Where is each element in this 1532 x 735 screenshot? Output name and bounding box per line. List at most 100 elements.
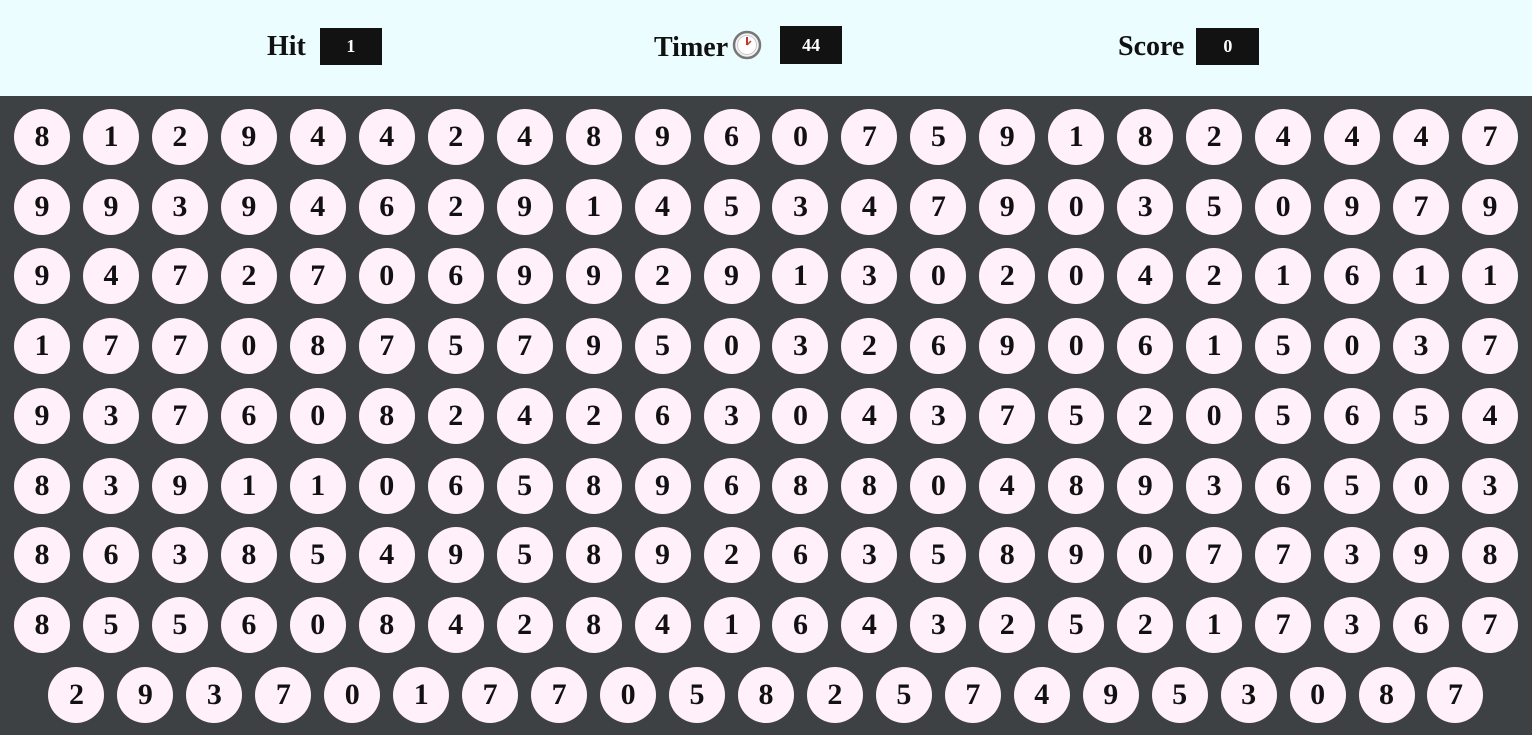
number-ball[interactable]: 6 [1255, 457, 1312, 514]
number-ball[interactable]: 9 [634, 109, 691, 165]
number-ball[interactable]: 9 [1117, 457, 1174, 514]
number-ball[interactable]: 9 [14, 248, 70, 305]
number-ball[interactable]: 7 [496, 318, 553, 375]
number-ball[interactable]: 5 [703, 178, 760, 235]
number-ball[interactable]: 4 [358, 109, 415, 165]
number-ball[interactable]: 0 [772, 109, 829, 165]
number-ball[interactable]: 3 [703, 387, 760, 444]
number-ball[interactable]: 5 [910, 527, 967, 584]
number-ball[interactable]: 8 [14, 109, 70, 165]
number-ball[interactable]: 2 [1117, 387, 1174, 444]
number-ball[interactable]: 5 [496, 457, 553, 514]
number-ball[interactable]: 7 [979, 387, 1036, 444]
number-ball[interactable]: 7 [1427, 666, 1484, 723]
number-ball[interactable]: 3 [1324, 527, 1381, 584]
number-ball[interactable]: 6 [220, 596, 277, 653]
number-ball[interactable]: 1 [1461, 248, 1518, 305]
number-ball[interactable]: 8 [14, 596, 70, 653]
number-ball[interactable]: 0 [1048, 248, 1105, 305]
number-ball[interactable]: 8 [14, 527, 70, 584]
number-ball[interactable]: 3 [910, 387, 967, 444]
number-ball[interactable]: 3 [82, 457, 139, 514]
number-ball[interactable]: 6 [1324, 387, 1381, 444]
number-ball[interactable]: 3 [1220, 666, 1277, 723]
number-ball[interactable]: 8 [1461, 527, 1518, 584]
number-ball[interactable]: 1 [1048, 109, 1105, 165]
number-ball[interactable]: 6 [1324, 248, 1381, 305]
number-ball[interactable]: 3 [82, 387, 139, 444]
number-ball[interactable]: 1 [565, 178, 622, 235]
number-ball[interactable]: 5 [1151, 666, 1208, 723]
number-ball[interactable]: 5 [669, 666, 726, 723]
number-ball[interactable]: 0 [1255, 178, 1312, 235]
number-ball[interactable]: 5 [1324, 457, 1381, 514]
number-ball[interactable]: 3 [772, 318, 829, 375]
number-ball[interactable]: 9 [220, 109, 277, 165]
number-ball[interactable]: 8 [14, 457, 70, 514]
number-ball[interactable]: 0 [220, 318, 277, 375]
number-ball[interactable]: 8 [289, 318, 346, 375]
number-ball[interactable]: 3 [841, 527, 898, 584]
number-ball[interactable]: 8 [1117, 109, 1174, 165]
number-ball[interactable]: 0 [1048, 318, 1105, 375]
number-ball[interactable]: 0 [324, 666, 381, 723]
number-ball[interactable]: 0 [1186, 387, 1243, 444]
number-ball[interactable]: 8 [772, 457, 829, 514]
number-ball[interactable]: 2 [1186, 109, 1243, 165]
number-ball[interactable]: 5 [1048, 387, 1105, 444]
number-ball[interactable]: 6 [703, 109, 760, 165]
number-ball[interactable]: 3 [772, 178, 829, 235]
number-ball[interactable]: 7 [1393, 178, 1449, 235]
number-ball[interactable]: 1 [703, 596, 760, 653]
number-ball[interactable]: 0 [358, 457, 415, 514]
number-ball[interactable]: 9 [979, 178, 1036, 235]
number-ball[interactable]: 4 [634, 596, 691, 653]
number-ball[interactable]: 8 [979, 527, 1036, 584]
number-ball[interactable]: 4 [841, 178, 898, 235]
number-ball[interactable]: 8 [565, 596, 622, 653]
number-ball[interactable]: 9 [634, 457, 691, 514]
number-ball[interactable]: 9 [634, 527, 691, 584]
number-ball[interactable]: 6 [427, 248, 484, 305]
number-ball[interactable]: 0 [600, 666, 657, 723]
number-ball[interactable]: 1 [1186, 596, 1243, 653]
number-ball[interactable]: 2 [427, 109, 484, 165]
number-ball[interactable]: 9 [82, 178, 139, 235]
number-ball[interactable]: 1 [1186, 318, 1243, 375]
number-ball[interactable]: 3 [910, 596, 967, 653]
number-ball[interactable]: 3 [1117, 178, 1174, 235]
number-ball[interactable]: 7 [151, 318, 208, 375]
number-ball[interactable]: 4 [427, 596, 484, 653]
number-ball[interactable]: 2 [841, 318, 898, 375]
number-ball[interactable]: 7 [358, 318, 415, 375]
number-ball[interactable]: 8 [565, 457, 622, 514]
number-ball[interactable]: 3 [151, 178, 208, 235]
number-ball[interactable]: 3 [1324, 596, 1381, 653]
number-ball[interactable]: 6 [82, 527, 139, 584]
number-ball[interactable]: 8 [220, 527, 277, 584]
number-ball[interactable]: 7 [944, 666, 1001, 723]
number-ball[interactable]: 7 [1255, 527, 1312, 584]
number-ball[interactable]: 0 [1393, 457, 1449, 514]
number-ball[interactable]: 0 [289, 387, 346, 444]
number-ball[interactable]: 6 [358, 178, 415, 235]
number-ball[interactable]: 9 [1082, 666, 1139, 723]
number-ball[interactable]: 1 [289, 457, 346, 514]
number-ball[interactable]: 3 [1186, 457, 1243, 514]
number-ball[interactable]: 1 [772, 248, 829, 305]
number-ball[interactable]: 2 [565, 387, 622, 444]
number-ball[interactable]: 0 [703, 318, 760, 375]
number-ball[interactable]: 9 [14, 387, 70, 444]
number-ball[interactable]: 6 [772, 527, 829, 584]
number-ball[interactable]: 4 [1117, 248, 1174, 305]
number-ball[interactable]: 5 [1255, 387, 1312, 444]
number-ball[interactable]: 9 [565, 318, 622, 375]
number-ball[interactable]: 3 [186, 666, 243, 723]
number-ball[interactable]: 5 [1393, 387, 1449, 444]
number-ball[interactable]: 6 [634, 387, 691, 444]
number-ball[interactable]: 4 [634, 178, 691, 235]
number-ball[interactable]: 2 [979, 248, 1036, 305]
number-ball[interactable]: 2 [703, 527, 760, 584]
number-ball[interactable]: 0 [289, 596, 346, 653]
number-ball[interactable]: 4 [979, 457, 1036, 514]
